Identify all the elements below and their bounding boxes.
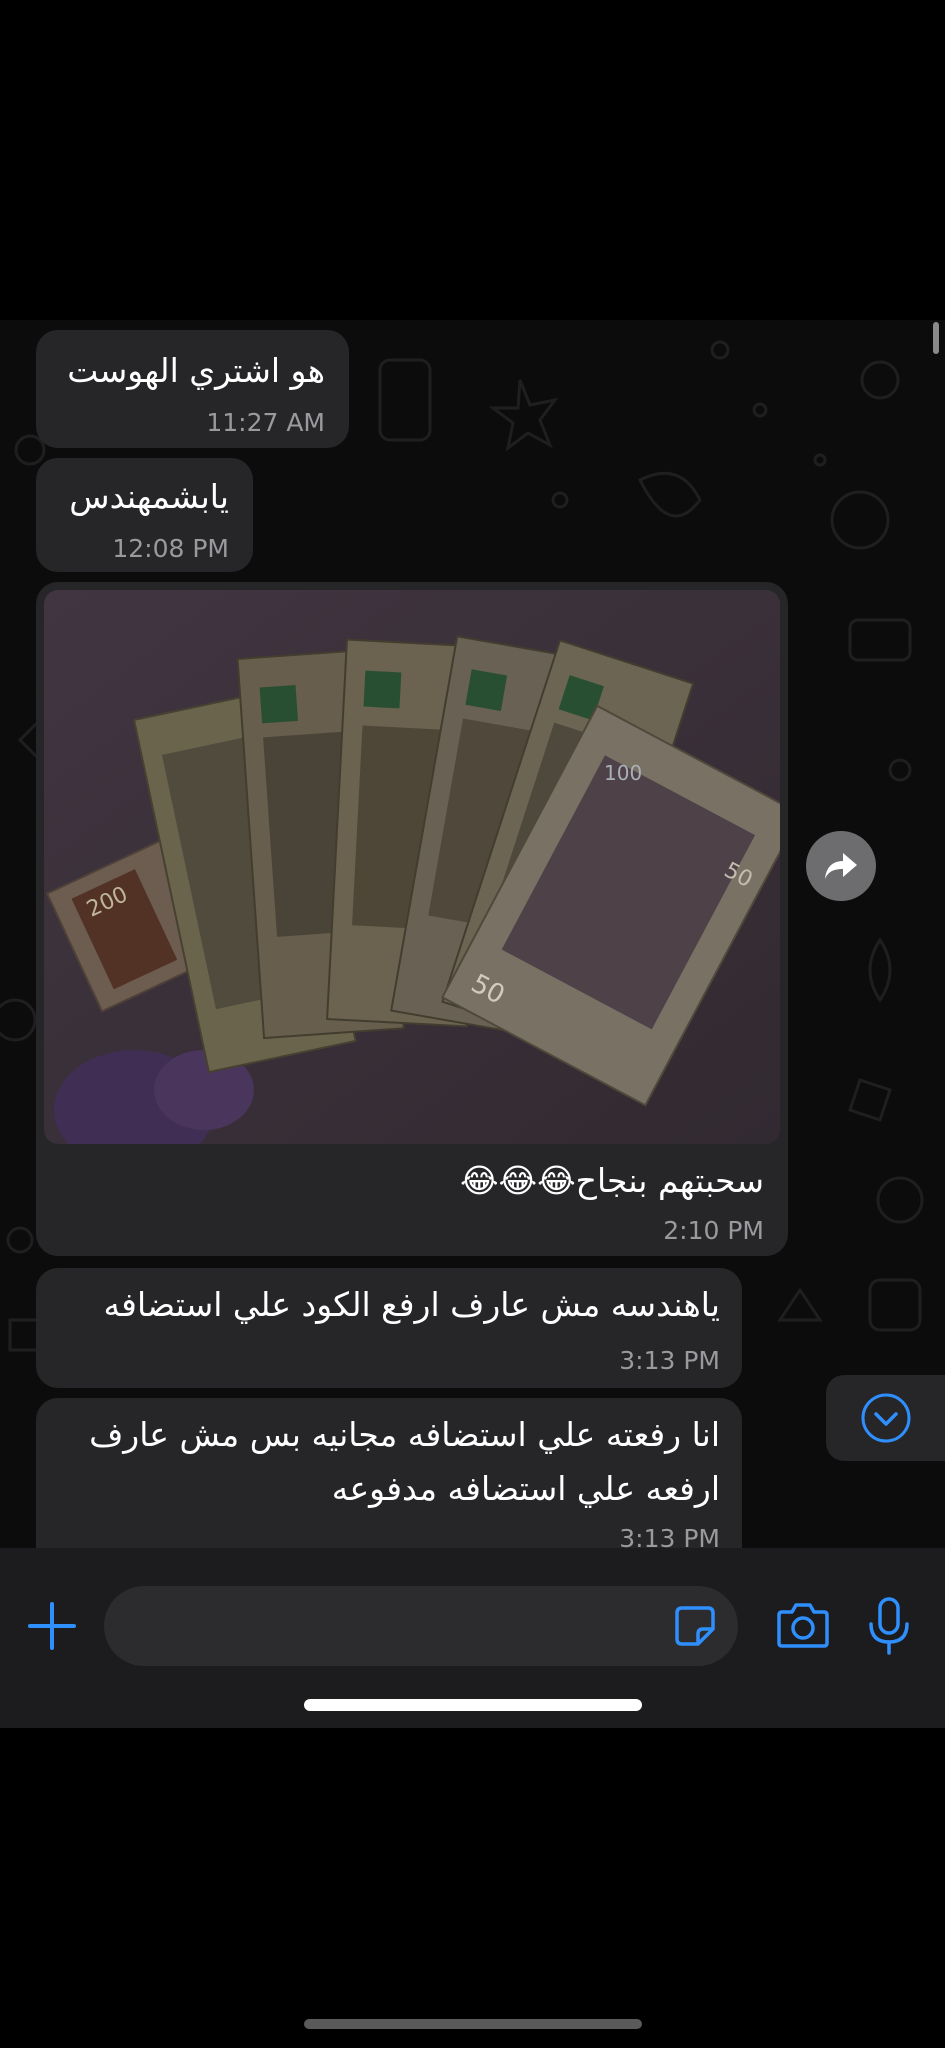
scroll-to-bottom-button[interactable] xyxy=(826,1375,945,1461)
message-bubble[interactable]: هو اشتري الهوست 11:27 AM xyxy=(36,330,349,448)
message-time: 12:08 PM xyxy=(112,534,229,563)
microphone-button[interactable] xyxy=(866,1596,912,1656)
message-input-bar xyxy=(0,1548,945,1728)
message-photo[interactable]: 200 50 50 100 xyxy=(44,590,780,1144)
chevron-down-circle-icon xyxy=(861,1393,910,1443)
message-time: 2:10 PM xyxy=(663,1216,764,1245)
message-text: يابشمهندس xyxy=(69,477,229,516)
chat-area[interactable]: هو اشتري الهوست 11:27 AM يابشمهندس 12:08… xyxy=(0,320,945,1548)
forward-arrow-icon xyxy=(825,853,857,879)
system-home-bar xyxy=(304,2019,642,2029)
message-text: هو اشتري الهوست xyxy=(67,351,325,390)
message-caption: سحبتهم بنجاح😂😂😂 xyxy=(459,1161,764,1200)
microphone-icon xyxy=(869,1597,909,1655)
banknotes-photo: 200 50 50 100 xyxy=(44,590,780,1144)
message-time: 3:13 PM xyxy=(619,1346,720,1375)
message-bubble[interactable]: يابشمهندس 12:08 PM xyxy=(36,458,253,572)
message-time: 11:27 AM xyxy=(206,408,325,437)
sticker-button[interactable] xyxy=(674,1605,716,1647)
forward-button[interactable] xyxy=(806,831,876,901)
plus-icon xyxy=(28,1602,76,1650)
message-text: انا رفعته علي استضافه مجانيه بس مش عارف … xyxy=(78,1415,720,1508)
scroll-indicator[interactable] xyxy=(933,322,939,354)
message-text-field[interactable] xyxy=(104,1586,738,1666)
message-time: 3:13 PM xyxy=(619,1524,720,1548)
camera-icon xyxy=(777,1603,829,1648)
photo-message-bubble[interactable]: 200 50 50 100 سحبتهم بنجاح😂😂😂 2:10 PM xyxy=(36,582,788,1256)
message-bubble[interactable]: انا رفعته علي استضافه مجانيه بس مش عارف … xyxy=(36,1398,742,1548)
camera-button[interactable] xyxy=(776,1600,830,1650)
message-text: ياهندسه مش عارف ارفع الكود علي استضافه xyxy=(103,1285,720,1324)
attach-button[interactable] xyxy=(26,1600,78,1652)
home-indicator[interactable] xyxy=(304,1699,642,1711)
sticker-icon xyxy=(675,1606,715,1646)
message-bubble[interactable]: ياهندسه مش عارف ارفع الكود علي استضافه 3… xyxy=(36,1268,742,1388)
